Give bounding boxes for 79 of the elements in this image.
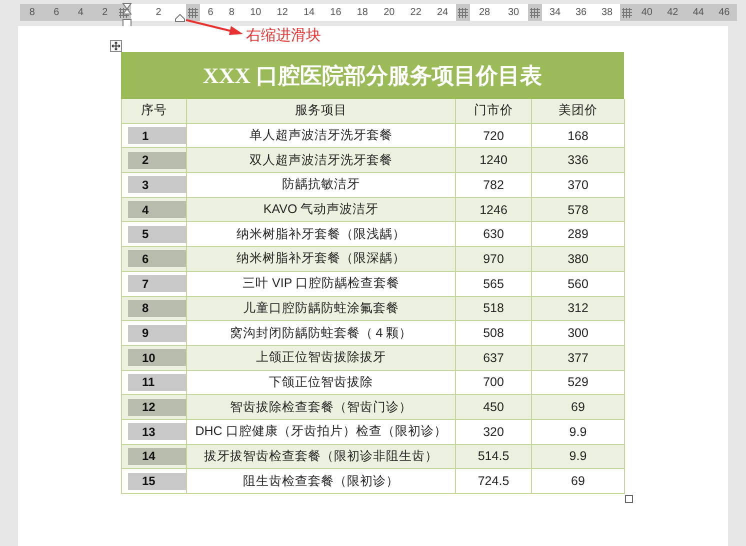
row-number: 5 [128, 226, 186, 243]
arrow-icon [185, 18, 245, 38]
table-cell: 69 [532, 469, 625, 494]
ruler-number: 6 [208, 7, 214, 18]
ruler-number: 40 [641, 7, 652, 18]
table-cell: 578 [532, 198, 625, 222]
right-indent-marker-icon[interactable] [175, 14, 185, 22]
table-cell: 双人超声波洁牙洗牙套餐 [187, 148, 456, 174]
table-cell: 312 [532, 296, 625, 322]
table-cell: 336 [532, 148, 625, 174]
ruler-number: 44 [692, 7, 704, 18]
table-cell: 拔牙拔智齿检查套餐（限初诊非阻生齿） [187, 444, 456, 470]
column-marker-icon[interactable] [528, 4, 542, 21]
column-marker-icon[interactable] [186, 4, 200, 21]
column-header: 门市价 [456, 99, 532, 124]
ruler-number: 22 [410, 7, 422, 18]
table-cell: 514.5 [456, 444, 532, 470]
ruler-number: 8 [228, 7, 234, 18]
table-cell: 377 [532, 346, 625, 371]
row-number: 9 [128, 324, 186, 342]
table-cell: 9.9 [532, 444, 625, 470]
table-cell: 724.5 [456, 469, 532, 494]
indent-marker-icon[interactable] [122, 3, 132, 27]
table-cell: 450 [456, 395, 532, 420]
ruler-number: 18 [356, 7, 368, 18]
ruler-number: 30 [508, 7, 520, 18]
row-number: 1 [128, 127, 186, 144]
table-cell: 970 [456, 247, 532, 272]
table-cell: 儿童口腔防龋防蛀涂氟套餐 [187, 296, 456, 322]
ruler-number: 38 [601, 7, 613, 18]
callout-label: 右缩进滑块 [246, 26, 321, 45]
row-number: 10 [128, 349, 186, 366]
table-cell: 1240 [456, 148, 532, 174]
ruler-number: 46 [718, 7, 730, 18]
resize-handle-icon[interactable] [625, 495, 633, 503]
table-cell: 智齿拔除检查套餐（智齿门诊） [187, 395, 456, 420]
column-header: 美团价 [532, 99, 625, 124]
column-marker-icon[interactable] [620, 4, 634, 21]
ruler-number: 2 [102, 7, 108, 18]
table-cell: 阻生齿检查套餐（限初诊） [187, 469, 456, 494]
table-cell: 69 [532, 395, 625, 420]
row-number: 14 [128, 448, 186, 465]
ruler-number: 34 [549, 7, 561, 18]
row-number: 3 [128, 176, 186, 194]
table-cell: 518 [456, 296, 532, 322]
row-number: 4 [128, 201, 186, 218]
row-number: 2 [128, 152, 186, 169]
ruler-number: 28 [478, 7, 490, 18]
ruler-number: 36 [575, 7, 587, 18]
table-cell: 380 [532, 247, 625, 272]
ruler-number: 6 [54, 7, 60, 18]
ruler-number: 20 [384, 7, 395, 18]
row-number: 13 [128, 423, 186, 440]
ruler-number: 24 [436, 7, 448, 18]
ruler-number: 42 [667, 7, 678, 18]
table-cell: 纳米树脂补牙套餐（限深龋） [187, 247, 456, 272]
ruler-number: 2 [156, 7, 162, 18]
ruler-number: 10 [250, 7, 262, 18]
ruler-number: 16 [330, 7, 342, 18]
row-number: 15 [128, 472, 186, 490]
ruler-number: 14 [303, 7, 315, 18]
ruler[interactable]: 8 6 4 2 2 6 8 10 12 14 16 18 20 22 24 28 30 34 36 38 40 42 44 46 [20, 4, 737, 21]
row-number: 12 [128, 398, 186, 416]
table-title: XXX 口腔医院部分服务项目价目表 [121, 52, 624, 99]
move-handle-icon[interactable] [110, 40, 122, 52]
row-number: 7 [128, 275, 186, 292]
ruler-number: 12 [276, 7, 288, 18]
table-cell: KAVO 气动声波洁牙 [187, 198, 456, 222]
row-number: 11 [128, 374, 186, 391]
ruler-number: 4 [78, 7, 84, 18]
column-header: 服务项目 [187, 99, 456, 124]
row-number: 6 [128, 250, 186, 268]
table-cell: 上颌正位智齿拔除拔牙 [187, 346, 456, 371]
table-cell: 1246 [456, 198, 532, 222]
column-header: 序号 [122, 99, 187, 124]
row-number: 8 [128, 300, 186, 317]
table-cell: 637 [456, 346, 532, 371]
column-marker-icon[interactable] [456, 4, 470, 21]
ruler-number: 8 [29, 7, 35, 18]
